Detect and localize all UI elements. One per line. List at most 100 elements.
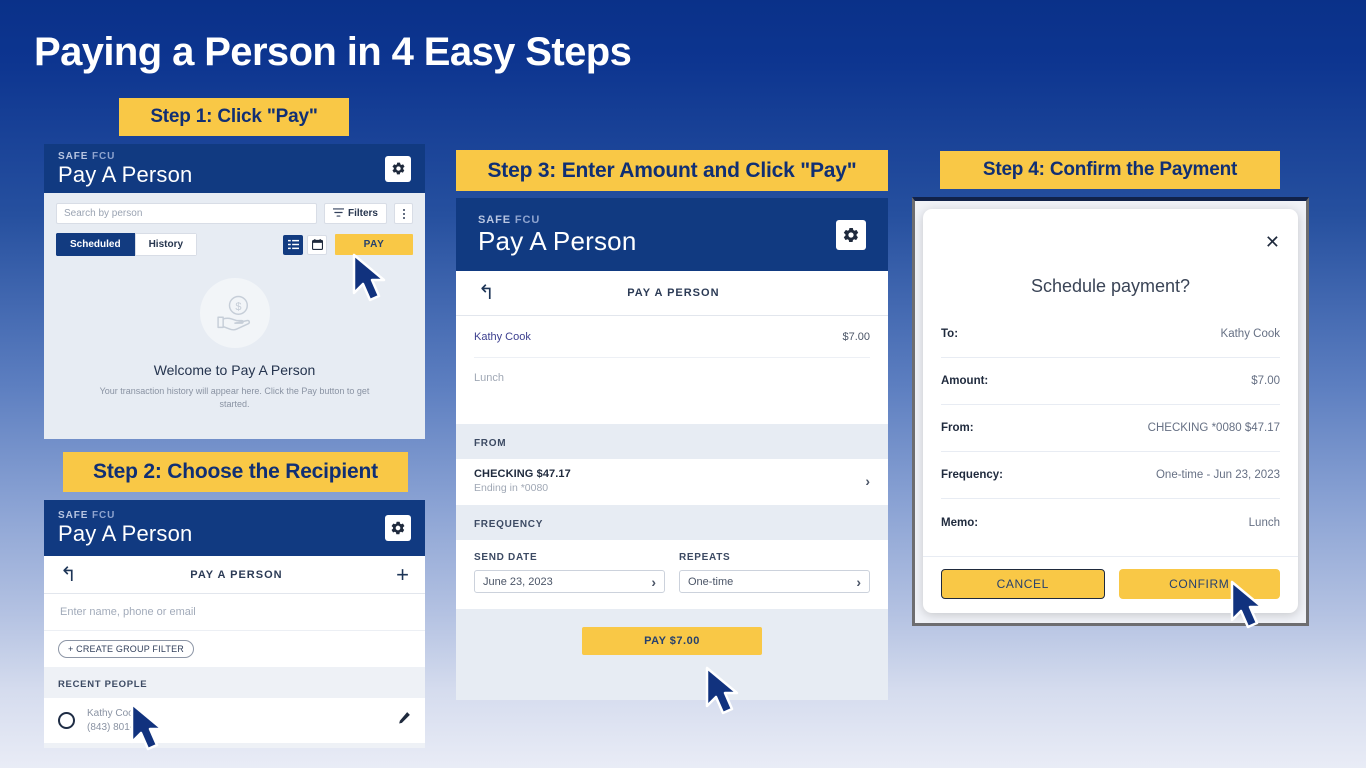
- table-row: From: CHECKING *0080 $47.17: [941, 405, 1280, 452]
- back-arrow-icon[interactable]: ↰: [478, 283, 495, 303]
- filters-button[interactable]: Filters: [323, 203, 387, 224]
- from-label: FROM: [474, 438, 507, 449]
- create-group-filter-button[interactable]: + CREATE GROUP FILTER: [58, 640, 194, 658]
- from-account-row[interactable]: CHECKING $47.17 Ending in *0080 ›: [456, 459, 888, 505]
- gear-icon[interactable]: [385, 515, 411, 541]
- frequency-label: FREQUENCY: [474, 519, 544, 530]
- pay-amount-button[interactable]: PAY $7.00: [582, 627, 762, 655]
- tab-history[interactable]: History: [134, 233, 198, 256]
- table-row: Amount: $7.00: [941, 358, 1280, 405]
- modal-title: Schedule payment?: [1030, 276, 1191, 296]
- repeats-label: REPEATS: [679, 552, 731, 563]
- back-arrow-icon[interactable]: ↰: [60, 565, 77, 585]
- more-options-icon[interactable]: [394, 203, 413, 224]
- tabs-row: Scheduled History PAY: [56, 233, 413, 256]
- app-header: SAFE FCU Pay A Person: [44, 500, 425, 556]
- step-3-badge: Step 3: Enter Amount and Click "Pay": [456, 150, 888, 191]
- person-info: Kathy Cook (843) 801-3: [87, 707, 139, 734]
- step-4-screenshot: ✕ Schedule payment? To: Kathy Cook Amoun…: [912, 197, 1309, 626]
- repeats-field: REPEATS One-time ›: [679, 552, 870, 593]
- send-date-value: June 23, 2023: [483, 575, 553, 588]
- step-2-screenshot: SAFE FCU Pay A Person ↰ PAY A PERSON + E…: [44, 500, 425, 748]
- summary-rows: To: Kathy Cook Amount: $7.00 From: CHECK…: [923, 311, 1298, 556]
- step-3-screenshot: SAFE FCU Pay A Person ↰ PAY A PERSON Kat…: [456, 198, 888, 700]
- row-key: Frequency:: [941, 469, 1003, 481]
- row-value: $7.00: [1251, 375, 1280, 387]
- send-date-label: SEND DATE: [474, 552, 538, 563]
- app-brand: SAFE FCU Pay A Person: [58, 511, 193, 545]
- table-row: Frequency: One-time - Jun 23, 2023: [941, 452, 1280, 499]
- memo-input[interactable]: Lunch: [474, 358, 870, 424]
- confirm-payment-modal: ✕ Schedule payment? To: Kathy Cook Amoun…: [923, 209, 1298, 613]
- row-key: To:: [941, 328, 959, 340]
- app-header: SAFE FCU Pay A Person: [456, 198, 888, 271]
- recipient-name[interactable]: Kathy Cook: [474, 331, 531, 343]
- app-header: SAFE FCU Pay A Person: [44, 144, 425, 193]
- list-view-icon[interactable]: [283, 234, 303, 255]
- app-title: Pay A Person: [58, 521, 193, 546]
- filters-label: Filters: [347, 208, 378, 219]
- row-value: Lunch: [1248, 516, 1280, 529]
- screen-title: PAY A PERSON: [627, 287, 720, 299]
- step-1-badge: Step 1: Click "Pay": [119, 98, 349, 136]
- tab-group: Scheduled History: [56, 233, 198, 256]
- row-value: Kathy Cook: [1220, 328, 1280, 340]
- app-title: Pay A Person: [478, 226, 637, 256]
- chevron-right-icon: ›: [865, 473, 870, 489]
- add-person-icon[interactable]: +: [396, 563, 409, 586]
- page-title: Paying a Person in 4 Easy Steps: [34, 30, 632, 74]
- close-icon[interactable]: ✕: [1265, 233, 1280, 251]
- person-name: Kathy Cook: [87, 708, 139, 719]
- row-value: CHECKING *0080 $47.17: [1147, 422, 1280, 434]
- amount-value[interactable]: $7.00: [842, 331, 870, 343]
- step1-toolbar: Search by person Filters Scheduled Histo…: [44, 193, 425, 256]
- table-row: Memo: Lunch: [941, 499, 1280, 546]
- brand-small-line: SAFE FCU: [58, 510, 116, 521]
- step-1-screenshot: SAFE FCU Pay A Person Search by person F…: [44, 144, 425, 439]
- chevron-right-icon: ›: [651, 573, 656, 590]
- repeats-value: One-time: [688, 575, 734, 588]
- group-filter-row: + CREATE GROUP FILTER: [44, 631, 425, 667]
- step-2-badge: Step 2: Choose the Recipient: [63, 452, 408, 492]
- search-input[interactable]: Search by person: [56, 203, 317, 224]
- screen-subbar: ↰ PAY A PERSON +: [44, 556, 425, 594]
- row-key: Memo:: [941, 516, 979, 529]
- calendar-view-icon[interactable]: [307, 234, 327, 255]
- account-subtext: Ending in *0080: [474, 482, 549, 494]
- view-controls: PAY: [283, 234, 413, 255]
- brand-small-line: SAFE FCU: [58, 150, 116, 162]
- row-value: One-time - Jun 23, 2023: [1155, 469, 1280, 481]
- gear-icon[interactable]: [385, 155, 411, 182]
- hand-holding-money-icon: $: [199, 278, 270, 348]
- svg-text:$: $: [235, 301, 241, 313]
- account-name: CHECKING $47.17: [474, 468, 571, 480]
- recipient-search-placeholder: Enter name, phone or email: [60, 606, 196, 618]
- empty-state: $ Welcome to Pay A Person Your transacti…: [44, 278, 425, 411]
- from-account-info: CHECKING $47.17 Ending in *0080: [474, 468, 571, 494]
- list-item[interactable]: Kathy Cook (843) 801-3: [44, 698, 425, 743]
- person-phone: (843) 801-3: [87, 721, 139, 733]
- recent-people-label: RECENT PEOPLE: [58, 679, 148, 690]
- edit-pencil-icon[interactable]: [397, 711, 411, 730]
- tab-scheduled[interactable]: Scheduled: [56, 233, 135, 256]
- modal-actions: CANCEL CONFIRM: [923, 556, 1298, 613]
- app-title: Pay A Person: [58, 161, 193, 187]
- pay-button[interactable]: PAY: [335, 234, 413, 255]
- brand-small-line: SAFE FCU: [478, 214, 541, 226]
- radio-icon[interactable]: [58, 712, 75, 729]
- empty-state-title: Welcome to Pay A Person: [153, 362, 316, 378]
- table-row: To: Kathy Cook: [941, 311, 1280, 358]
- screen-subbar: ↰ PAY A PERSON: [456, 271, 888, 316]
- row-key: From:: [941, 422, 974, 434]
- recipient-search-input[interactable]: Enter name, phone or email: [44, 594, 425, 631]
- send-date-select[interactable]: June 23, 2023 ›: [474, 570, 665, 593]
- search-placeholder-text: Search by person: [64, 208, 143, 219]
- frequency-card: SEND DATE June 23, 2023 › REPEATS One-ti…: [456, 540, 888, 609]
- confirm-button[interactable]: CONFIRM: [1118, 569, 1280, 599]
- filter-icon: [332, 207, 345, 220]
- cancel-button[interactable]: CANCEL: [941, 569, 1105, 599]
- payment-entry-card: Kathy Cook $7.00 Lunch: [456, 316, 888, 424]
- repeats-select[interactable]: One-time ›: [679, 570, 870, 593]
- row-key: Amount:: [941, 375, 989, 387]
- gear-icon[interactable]: [836, 219, 866, 250]
